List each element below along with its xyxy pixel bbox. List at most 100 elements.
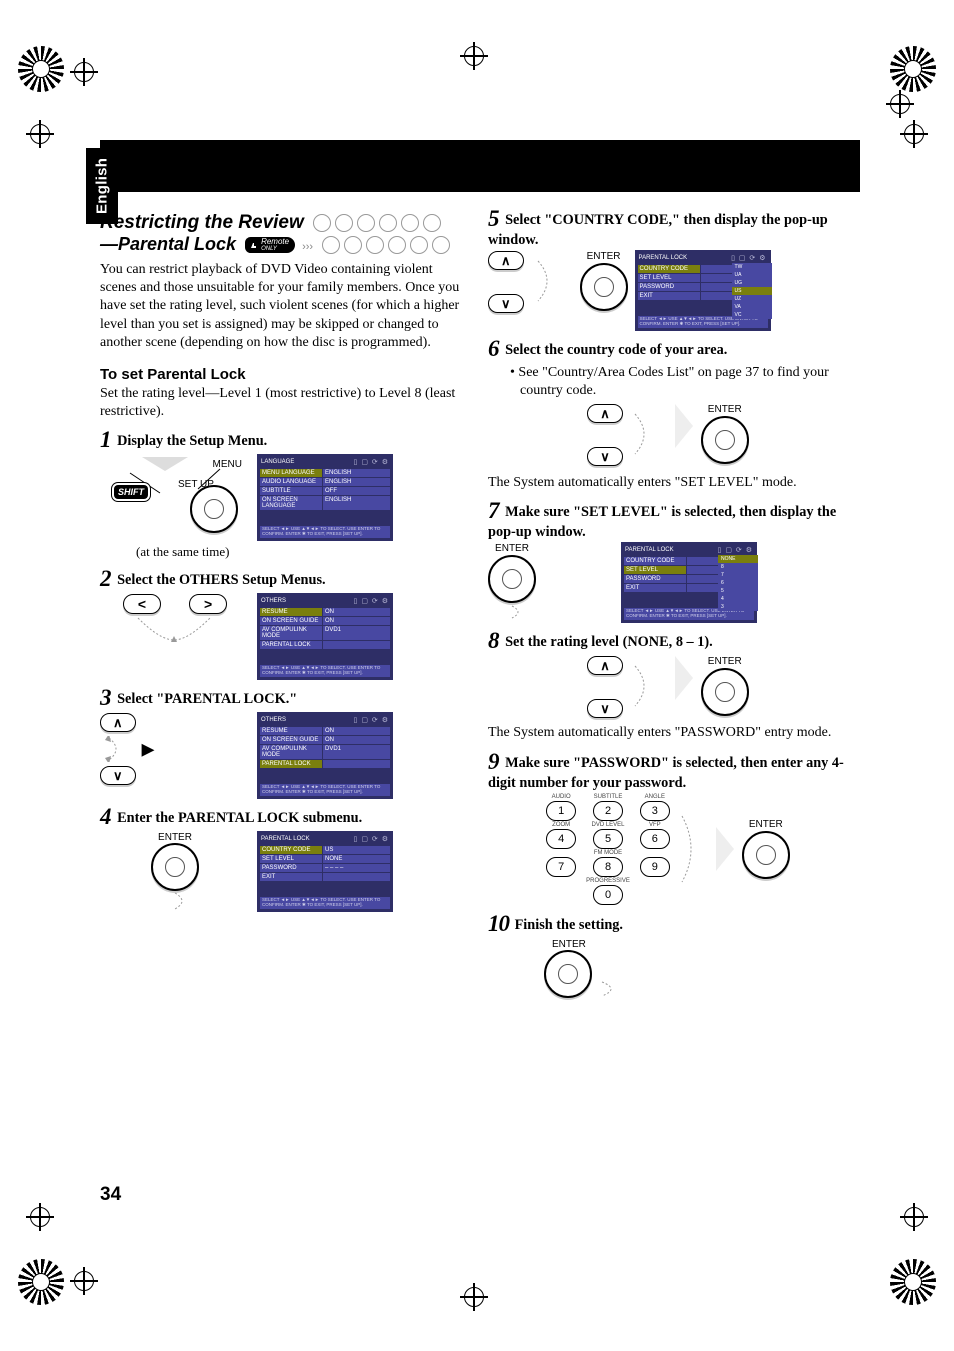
step-1: 1 Display the Setup Menu. xyxy=(100,427,460,453)
disc-icons-row2 xyxy=(322,236,450,254)
shift-button[interactable]: SHIFT xyxy=(114,485,148,499)
step10-enter: ENTER xyxy=(544,939,848,998)
step8-updown: ∧ ∨ xyxy=(587,656,623,718)
page-number: 34 xyxy=(100,1184,121,1206)
step-9: 9 Make sure "PASSWORD" is selected, then… xyxy=(488,749,848,792)
step-2-text: Select the OTHERS Setup Menus. xyxy=(117,572,326,588)
step-7-text: Make sure "SET LEVEL" is selected, then … xyxy=(488,504,836,540)
step-1-text: Display the Setup Menu. xyxy=(117,433,267,449)
step-6-text: Select the country code of your area. xyxy=(505,342,727,358)
enter-button[interactable] xyxy=(151,843,199,891)
step-8: 8 Set the rating level (NONE, 8 – 1). xyxy=(488,628,848,654)
remote-only-badge: Remote ONLY xyxy=(245,237,295,253)
step-6-after: The System automatically enters "SET LEV… xyxy=(488,474,848,492)
country-code-popup: TW UA UG US UZ VA VC xyxy=(732,263,772,319)
panel-parental-2: PARENTAL LOCK▯ ▢ ⟳ ⚙ COUNTRY CODE SET LE… xyxy=(636,251,770,330)
up-button[interactable]: ∧ xyxy=(488,251,524,270)
step-5: 5 Select "COUNTRY CODE," then display th… xyxy=(488,206,848,249)
enter-button[interactable] xyxy=(701,668,749,716)
step-5-text: Select "COUNTRY CODE," then display the … xyxy=(488,212,828,248)
up-button[interactable]: ∧ xyxy=(587,656,623,675)
left-button[interactable]: < xyxy=(123,594,161,614)
enter-button[interactable] xyxy=(544,950,592,998)
subheading-set-parental: To set Parental Lock xyxy=(100,366,460,383)
step5-enter: ENTER xyxy=(580,251,628,311)
key-1[interactable]: 1 xyxy=(546,801,576,821)
enter-label: ENTER xyxy=(708,404,742,415)
down-button[interactable]: ∨ xyxy=(587,447,623,466)
panel-language: LANGUAGE▯ ▢ ⟳ ⚙ MENU LANGUAGEENGLISH AUD… xyxy=(258,455,392,540)
panel-parental-1: PARENTAL LOCK▯ ▢ ⟳ ⚙ COUNTRY CODEUS SET … xyxy=(258,832,392,911)
menu-label: MENU xyxy=(213,459,242,470)
language-tab: English xyxy=(86,148,118,224)
signal-icon: ››› xyxy=(302,241,313,253)
up-button[interactable]: ∧ xyxy=(100,713,136,732)
step-9-text: Make sure "PASSWORD" is selected, then e… xyxy=(488,755,844,791)
step-3: 3 Select "PARENTAL LOCK." xyxy=(100,685,460,711)
right-button[interactable]: > xyxy=(189,594,227,614)
key-9[interactable]: 9 xyxy=(640,857,670,877)
right-column: 5 Select "COUNTRY CODE," then display th… xyxy=(488,206,848,998)
key-6[interactable]: 6 xyxy=(640,829,670,849)
flow-triangle-icon xyxy=(675,404,693,448)
enter-label: ENTER xyxy=(749,819,783,830)
step-10-text: Finish the setting. xyxy=(515,917,623,933)
enter-label: ENTER xyxy=(552,939,848,950)
step-10: 10 Finish the setting. xyxy=(488,911,848,937)
remote-label: Remote xyxy=(261,238,289,246)
key-3[interactable]: 3 xyxy=(640,801,670,821)
setup-dial[interactable] xyxy=(190,485,238,533)
step4-diagram: ENTER xyxy=(100,832,250,911)
down-button[interactable]: ∨ xyxy=(488,294,524,313)
key-5[interactable]: 5 xyxy=(593,829,623,849)
set-level-popup: NONE 8 7 6 5 4 3 xyxy=(718,555,758,611)
step7-enter: ENTER xyxy=(488,543,536,620)
key-0[interactable]: 0 xyxy=(593,885,623,905)
enter-button[interactable] xyxy=(701,416,749,464)
step-7: 7 Make sure "SET LEVEL" is selected, the… xyxy=(488,498,848,541)
enter-button[interactable] xyxy=(488,555,536,603)
enter-label: ENTER xyxy=(587,251,621,262)
dashed-link-icon xyxy=(532,251,572,311)
subheading-body: Set the rating level—Level 1 (most restr… xyxy=(100,385,460,421)
up-button[interactable]: ∧ xyxy=(587,404,623,423)
key-8[interactable]: 8 xyxy=(593,857,623,877)
intro-paragraph: You can restrict playback of DVD Video c… xyxy=(100,261,460,352)
numpad: AUDIOSUBTITLEANGLE 1 2 3 ZOOMDVD LEVELVF… xyxy=(546,794,670,905)
panel-parental-3: PARENTAL LOCK▯ ▢ ⟳ ⚙ COUNTRY CODE SET LE… xyxy=(622,543,756,622)
enter-button[interactable] xyxy=(580,263,628,311)
step2-diagram: < > xyxy=(100,594,250,653)
step-3-text: Select "PARENTAL LOCK." xyxy=(117,691,297,707)
key-7[interactable]: 7 xyxy=(546,857,576,877)
step6-updown: ∧ ∨ xyxy=(587,404,623,466)
only-label: ONLY xyxy=(261,246,289,252)
panel-others-2: OTHERS▯ ▢ ⟳ ⚙ RESUMEON ON SCREEN GUIDEON… xyxy=(258,713,392,798)
section-title-text: Restricting the Review xyxy=(100,212,304,233)
key-4[interactable]: 4 xyxy=(546,829,576,849)
header-black-bar xyxy=(100,140,860,192)
down-button[interactable]: ∨ xyxy=(587,699,623,718)
down-button[interactable]: ∨ xyxy=(100,766,136,785)
step5-updown: ∧ ∨ xyxy=(488,251,524,313)
step-4: 4 Enter the PARENTAL LOCK submenu. xyxy=(100,804,460,830)
section-subtitle-text: —Parental Lock xyxy=(100,234,236,254)
step3-diagram: ∧ ∨ ▸ xyxy=(100,713,250,785)
enter-button[interactable] xyxy=(742,831,790,879)
hand-icon xyxy=(249,240,259,250)
key-2[interactable]: 2 xyxy=(593,801,623,821)
step-8-after: The System automatically enters "PASSWOR… xyxy=(488,724,848,742)
enter-label: ENTER xyxy=(100,832,250,843)
flow-triangle-icon xyxy=(716,827,734,871)
left-column: Restricting the Review —Parental Lock Re… xyxy=(100,206,460,998)
flow-triangle-icon xyxy=(675,656,693,700)
step-6-note: • See "Country/Area Codes List" on page … xyxy=(504,364,848,400)
section-title: Restricting the Review xyxy=(100,212,460,234)
step1-diagram: SHIFT MENU SET UP xyxy=(100,455,250,527)
step-4-text: Enter the PARENTAL LOCK submenu. xyxy=(117,810,362,826)
page-content: English Restricting the Review —Parental… xyxy=(100,140,860,1200)
section-subtitle: —Parental Lock Remote ONLY ››› xyxy=(100,234,460,255)
disc-icons-row1 xyxy=(313,214,441,232)
same-time-caption: (at the same time) xyxy=(136,544,460,560)
panel-others-1: OTHERS▯ ▢ ⟳ ⚙ RESUMEON ON SCREEN GUIDEON… xyxy=(258,594,392,679)
step-6: 6 Select the country code of your area. xyxy=(488,336,848,362)
